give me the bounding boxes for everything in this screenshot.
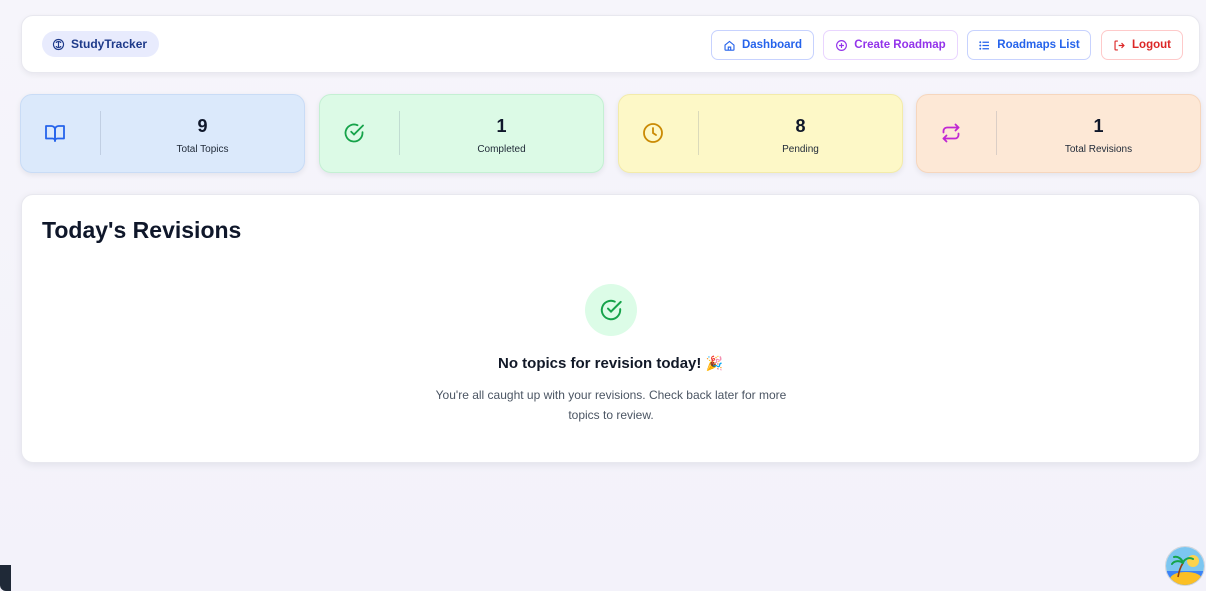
dashboard-label: Dashboard <box>741 39 803 51</box>
stat-card-total-revisions: 1 Total Revisions <box>916 94 1201 173</box>
todays-revisions-panel: Today's Revisions No topics for revision… <box>21 194 1200 463</box>
roadmaps-list-button[interactable]: Roadmaps List <box>967 30 1091 60</box>
brain-icon <box>52 38 65 50</box>
repeat-icon <box>942 123 960 143</box>
stat-value: 8 <box>795 116 806 136</box>
top-navbar: StudyTracker Dashboard Create Roadmap Ro… <box>21 15 1200 73</box>
empty-state-heading: No topics for revision today! 🎉 <box>22 355 1199 372</box>
party-popper-icon: 🎉 <box>705 355 723 371</box>
logout-label: Logout <box>1132 39 1171 51</box>
create-roadmap-label: Create Roadmap <box>854 39 946 51</box>
stat-label: Total Topics <box>176 144 229 155</box>
plus-circle-icon <box>836 39 848 51</box>
check-circle-icon <box>344 123 364 143</box>
roadmaps-list-label: Roadmaps List <box>997 39 1080 51</box>
stat-card-pending: 8 Pending <box>618 94 903 173</box>
beach-avatar-icon <box>1166 547 1204 585</box>
book-open-icon <box>45 125 65 142</box>
stat-value: 1 <box>496 116 507 136</box>
user-avatar[interactable] <box>1165 546 1205 586</box>
list-icon <box>979 40 990 50</box>
stat-label: Completed <box>477 144 526 155</box>
empty-state-heading-text: No topics for revision today! <box>498 355 702 372</box>
empty-state-badge <box>585 284 637 336</box>
stat-label: Total Revisions <box>1064 144 1133 155</box>
brand-logo[interactable]: StudyTracker <box>42 31 160 57</box>
home-icon <box>724 40 735 51</box>
logout-icon <box>1114 39 1125 51</box>
window-corner <box>0 565 11 591</box>
clock-icon <box>643 123 663 143</box>
stat-value: 9 <box>197 116 208 136</box>
page-title: Today's Revisions <box>42 217 242 243</box>
create-roadmap-button[interactable]: Create Roadmap <box>823 30 958 60</box>
dashboard-button[interactable]: Dashboard <box>711 30 814 60</box>
stat-label: Pending <box>782 144 819 155</box>
brand-name: StudyTracker <box>71 37 148 51</box>
stat-card-completed: 1 Completed <box>319 94 604 173</box>
logout-button[interactable]: Logout <box>1101 30 1183 60</box>
stat-value: 1 <box>1093 116 1104 136</box>
check-circle-icon <box>600 299 622 321</box>
empty-state-text: You're all caught up with your revisions… <box>435 388 787 422</box>
stat-card-total-topics: 9 Total Topics <box>20 94 305 173</box>
